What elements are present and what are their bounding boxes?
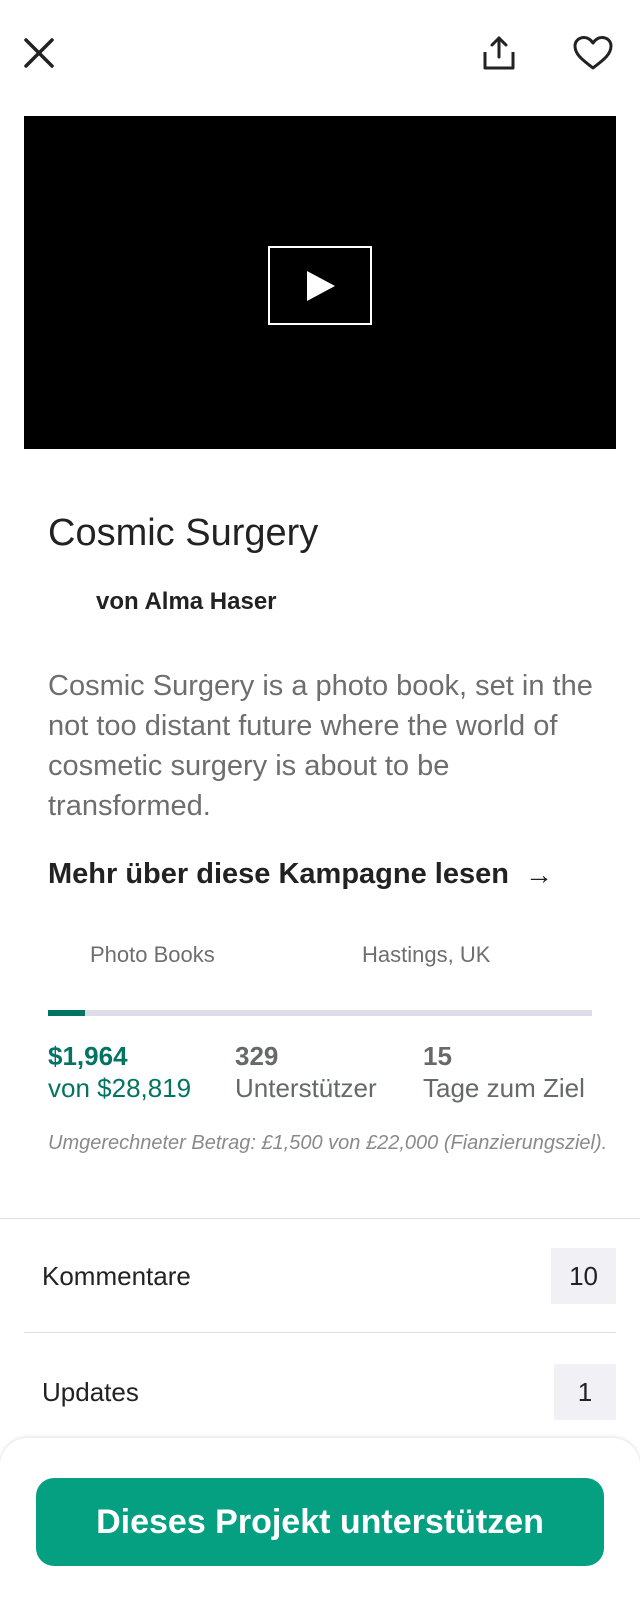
location-tag[interactable]: Hastings, UK bbox=[362, 942, 490, 968]
days-label: Tage zum Ziel bbox=[423, 1073, 585, 1103]
heart-icon bbox=[573, 36, 613, 70]
play-button[interactable] bbox=[268, 246, 372, 325]
updates-label: Updates bbox=[42, 1376, 139, 1407]
divider bbox=[0, 1218, 640, 1219]
goal-amount: von $28,819 bbox=[48, 1073, 192, 1103]
funding-progress-bar bbox=[48, 1010, 592, 1016]
video-player[interactable] bbox=[24, 116, 616, 449]
project-author[interactable]: von Alma Haser bbox=[96, 588, 277, 616]
arrow-right-icon: → bbox=[524, 858, 553, 890]
play-icon bbox=[307, 270, 335, 301]
category-tag[interactable]: Photo Books bbox=[90, 942, 215, 968]
comments-count-badge: 10 bbox=[551, 1248, 616, 1304]
top-bar bbox=[0, 0, 640, 110]
bottom-action-bar: Dieses Projekt unterstützen bbox=[0, 1438, 640, 1600]
project-title: Cosmic Surgery bbox=[48, 512, 319, 554]
favorite-button[interactable] bbox=[568, 30, 618, 76]
comments-label: Kommentare bbox=[42, 1260, 191, 1291]
backers-count: 329 bbox=[235, 1041, 279, 1071]
read-more-link[interactable]: Mehr über diese Kampagne lesen → bbox=[48, 858, 553, 891]
close-icon bbox=[24, 38, 54, 68]
pledged-amount: $1,964 bbox=[48, 1041, 128, 1071]
funding-progress-fill bbox=[48, 1010, 85, 1016]
days-stat: 15 Tage zum Ziel bbox=[423, 1040, 585, 1104]
converted-amount-note: Umgerechneter Betrag: £1,500 von £22,000… bbox=[48, 1132, 608, 1154]
backers-stat: 329 Unterstützer bbox=[235, 1040, 377, 1104]
close-button[interactable] bbox=[16, 30, 62, 76]
comments-row[interactable]: Kommentare 10 bbox=[24, 1246, 616, 1306]
updates-row[interactable]: Updates 1 bbox=[24, 1362, 616, 1422]
read-more-label: Mehr über diese Kampagne lesen bbox=[48, 858, 509, 890]
pledged-stat: $1,964 von $28,819 bbox=[48, 1040, 191, 1104]
days-count: 15 bbox=[423, 1041, 452, 1071]
backers-label: Unterstützer bbox=[235, 1073, 377, 1103]
updates-count-badge: 1 bbox=[554, 1364, 616, 1420]
share-icon bbox=[483, 36, 515, 70]
share-button[interactable] bbox=[476, 30, 522, 76]
divider bbox=[24, 1332, 616, 1333]
project-blurb: Cosmic Surgery is a photo book, set in t… bbox=[48, 670, 593, 822]
back-project-button[interactable]: Dieses Projekt unterstützen bbox=[36, 1478, 604, 1566]
